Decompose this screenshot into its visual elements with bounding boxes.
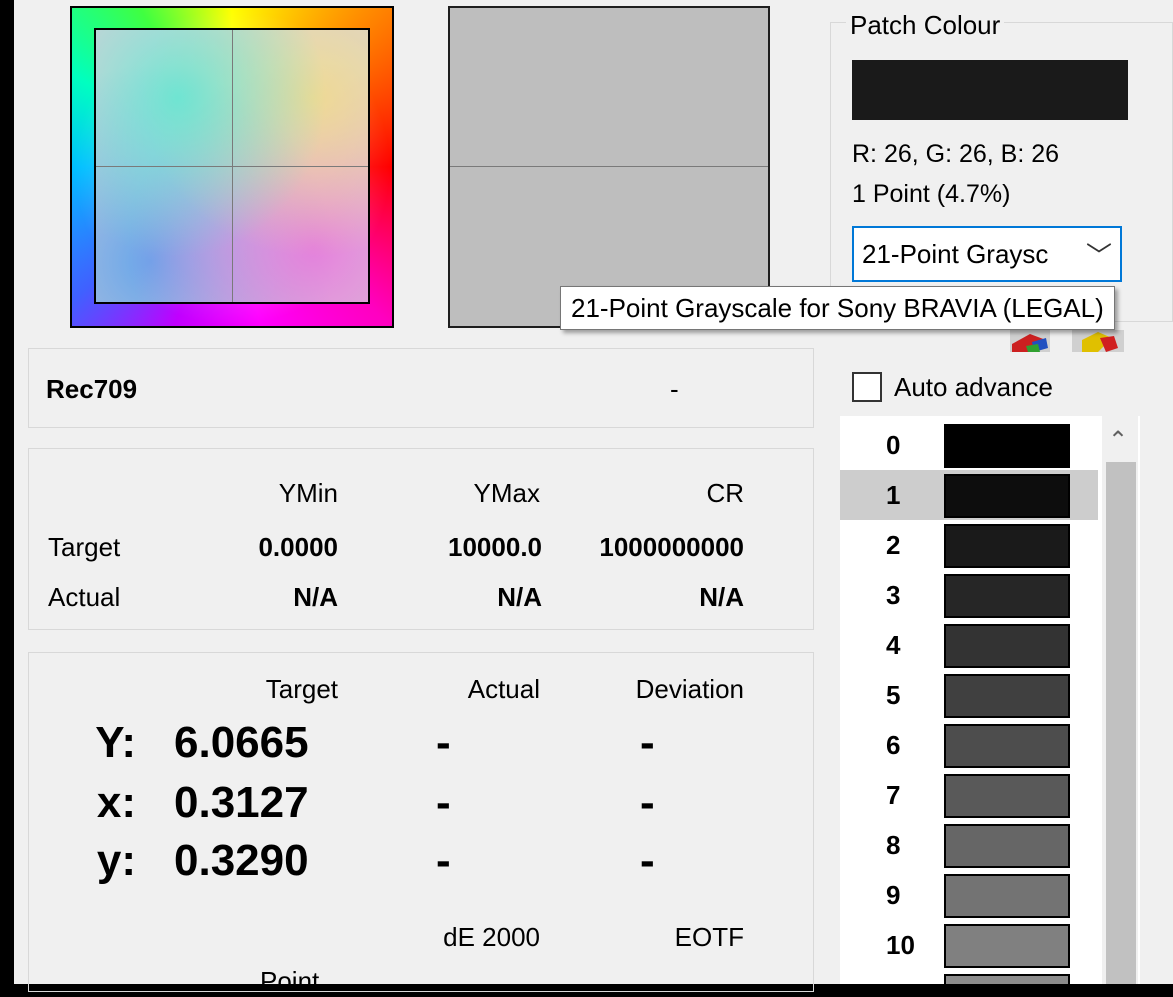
colorspace-group <box>28 348 814 428</box>
list-item[interactable]: 3 <box>840 570 1098 620</box>
list-item[interactable]: 9 <box>840 870 1098 920</box>
list-item-swatch <box>944 824 1070 868</box>
header-ymin: YMin <box>278 478 338 508</box>
list-item-swatch <box>944 774 1070 818</box>
row-actual-x: - <box>436 778 451 827</box>
header-actual: Actual <box>467 674 540 704</box>
scrollbar-thumb[interactable] <box>1106 462 1136 984</box>
list-item-number: 8 <box>886 830 901 860</box>
row-deviation-y: - <box>640 836 655 885</box>
header-target: Target <box>265 674 338 704</box>
preview-divider <box>450 166 768 167</box>
patch-set-dropdown-value: 21-Point Graysc <box>862 239 1049 269</box>
target-ymax: 10000.0 <box>448 532 542 562</box>
list-item-number: 1 <box>886 480 901 510</box>
list-item-swatch <box>944 424 1070 468</box>
row-deviation-x: - <box>640 778 655 827</box>
patch-point-text: 1 Point (4.7%) <box>852 180 1011 208</box>
header-de2000: dE 2000 <box>443 922 540 952</box>
target-ymin: 0.0000 <box>258 532 338 562</box>
row-label-Y: Y: <box>95 718 136 767</box>
header-ymax: YMax <box>473 478 540 508</box>
list-item-number: 5 <box>886 680 901 710</box>
color-patches-alt-icon[interactable] <box>1072 330 1126 352</box>
target-cr: 1000000000 <box>599 532 744 562</box>
list-item-number: 11 <box>886 980 914 984</box>
patch-preview <box>448 6 770 328</box>
list-item-swatch <box>944 524 1070 568</box>
chevron-up-icon[interactable]: ⌃ <box>1108 426 1128 455</box>
list-item[interactable]: 6 <box>840 720 1098 770</box>
list-item[interactable]: 4 <box>840 620 1098 670</box>
list-item-swatch <box>944 574 1070 618</box>
color-patches-icon[interactable] <box>1002 330 1056 352</box>
row-label-x: x: <box>96 778 136 827</box>
header-deviation: Deviation <box>635 674 744 704</box>
row-actual-Y: - <box>436 718 451 767</box>
list-item-swatch <box>944 974 1070 984</box>
list-item-swatch <box>944 474 1070 518</box>
list-item-swatch <box>944 874 1070 918</box>
patch-list[interactable]: 0 1 2 3 4 5 6 7 8 9 10 11 <box>840 416 1140 984</box>
colorspace-value: - <box>670 374 679 404</box>
list-item[interactable]: 8 <box>840 820 1098 870</box>
row-target-Y: 6.0665 <box>174 718 309 767</box>
list-item-swatch <box>944 674 1070 718</box>
colorspace-name: Rec709 <box>46 374 138 404</box>
row-actual-y: - <box>436 836 451 885</box>
patch-colour-swatch <box>852 60 1128 120</box>
row-deviation-Y: - <box>640 718 655 767</box>
header-cr: CR <box>706 478 744 508</box>
patch-rgb-text: R: 26, G: 26, B: 26 <box>852 140 1060 168</box>
actual-label: Actual <box>48 582 121 612</box>
crosshair-vertical <box>232 30 233 302</box>
actual-ymax: N/A <box>497 582 542 612</box>
list-item-number: 7 <box>886 780 901 810</box>
list-item-number: 4 <box>886 630 901 660</box>
list-item-number: 2 <box>886 530 901 560</box>
list-item[interactable]: 11 <box>840 970 1098 984</box>
point-label: Point <box>260 966 320 996</box>
auto-advance-label[interactable]: Auto advance <box>894 372 1053 403</box>
list-item-number: 10 <box>886 930 915 960</box>
list-item-number: 3 <box>886 580 901 610</box>
actual-ymin: N/A <box>293 582 338 612</box>
actual-cr: N/A <box>699 582 744 612</box>
list-item[interactable]: 10 <box>840 920 1098 970</box>
header-eotf: EOTF <box>674 922 744 952</box>
row-label-y: y: <box>96 836 136 885</box>
list-item-number: 0 <box>886 430 901 460</box>
list-item[interactable]: 1 <box>840 470 1098 520</box>
list-item-number: 9 <box>886 880 901 910</box>
list-item-swatch <box>944 724 1070 768</box>
list-item-swatch <box>944 624 1070 668</box>
list-item-swatch <box>944 924 1070 968</box>
list-item[interactable]: 0 <box>840 420 1098 470</box>
auto-advance-checkbox[interactable] <box>852 372 882 402</box>
list-item-number: 6 <box>886 730 901 760</box>
chevron-down-icon[interactable]: ﹀ <box>1086 236 1112 273</box>
row-target-y: 0.3290 <box>174 836 309 885</box>
dropdown-tooltip: 21-Point Grayscale for Sony BRAVIA (LEGA… <box>560 286 1115 330</box>
list-item[interactable]: 7 <box>840 770 1098 820</box>
patch-colour-title: Patch Colour <box>846 10 1005 41</box>
target-label: Target <box>48 532 121 562</box>
list-item[interactable]: 5 <box>840 670 1098 720</box>
row-target-x: 0.3127 <box>174 778 309 827</box>
list-item[interactable]: 2 <box>840 520 1098 570</box>
